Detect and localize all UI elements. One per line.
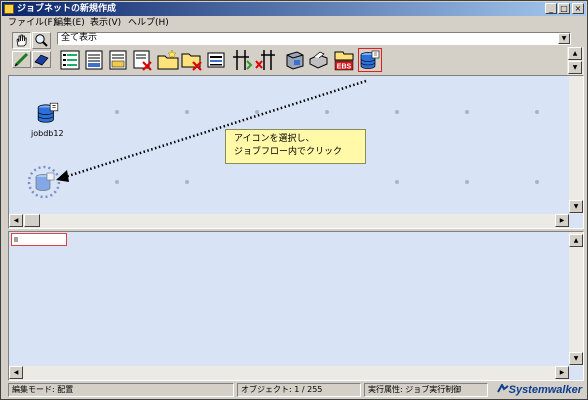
chevron-down-icon[interactable]: ▼: [558, 33, 570, 44]
status-exec-attribute: 実行属性: ジョブ実行制御: [364, 383, 488, 397]
tooltip-line-2: ジョブフロー内でクリック: [234, 147, 343, 157]
eraser-tool-button[interactable]: [32, 51, 51, 68]
app-icon: [4, 4, 14, 14]
job-print-icon[interactable]: [205, 49, 227, 71]
scroll-up-icon[interactable]: ▲: [568, 47, 582, 60]
status-bar: 編集モード: 配置 オブジェクト: 1 / 255 実行属性: ジョブ実行制御 …: [2, 382, 586, 398]
display-filter-select[interactable]: 全て表示 ▼: [57, 32, 571, 45]
folder-delete-icon[interactable]: [181, 49, 203, 71]
scroll-down-icon[interactable]: ▼: [569, 200, 583, 213]
list-item[interactable]: [11, 233, 67, 246]
instruction-tooltip: アイコンを選択し、 ジョブフロー内でクリック: [225, 129, 366, 164]
branch-icon[interactable]: [231, 49, 253, 71]
tooltip-line-1: アイコンを選択し、: [234, 134, 315, 144]
status-mode: 編集モード: 配置: [8, 383, 234, 397]
maximize-button[interactable]: □: [558, 3, 570, 14]
folder-new-icon[interactable]: [157, 49, 179, 71]
menu-file[interactable]: ファイル(F): [8, 17, 56, 30]
window-title: ジョブネットの新規作成: [17, 4, 117, 14]
scroll-left-icon[interactable]: ◀: [9, 366, 23, 379]
menu-view[interactable]: 表示(V): [90, 17, 121, 30]
job-document-gear-icon[interactable]: [107, 49, 129, 71]
job-document-delete-icon[interactable]: [131, 49, 153, 71]
hand-icon: [16, 34, 27, 47]
hand-tool-button[interactable]: [12, 32, 31, 49]
systemwalker-logo-icon: [496, 382, 509, 393]
canvas-horizontal-scrollbar[interactable]: ◀ ▶: [9, 214, 569, 228]
scroll-right-icon[interactable]: ▶: [555, 214, 569, 227]
menu-help[interactable]: ヘルプ(H): [128, 17, 169, 30]
ebs-icon[interactable]: EBS: [333, 49, 355, 71]
canvas-vertical-scrollbar[interactable]: ▼: [569, 76, 583, 214]
menu-edit[interactable]: 編集(E): [54, 17, 85, 30]
menu-bar: ファイル(F) 編集(E) 表示(V) ヘルプ(H): [2, 17, 586, 30]
job-list-icon[interactable]: [59, 49, 81, 71]
icon-palette: EBS: [57, 47, 383, 74]
list-horizontal-scrollbar[interactable]: ◀ ▶: [9, 366, 569, 380]
status-object-count: オブジェクト: 1 / 255: [237, 383, 361, 397]
eraser-icon: [34, 54, 49, 66]
jobnet-editor-window: ジョブネットの新規作成 _ □ × ファイル(F) 編集(E) 表示(V) ヘル…: [0, 0, 588, 400]
scroll-right-icon[interactable]: ▶: [555, 366, 569, 379]
magnifier-icon: [35, 34, 48, 47]
svg-text:EBS: EBS: [337, 64, 352, 71]
branch-stop-icon[interactable]: [255, 49, 277, 71]
scroll-up-icon[interactable]: ▲: [569, 234, 583, 247]
scroll-left-icon[interactable]: ◀: [9, 214, 23, 227]
display-filter-value: 全て表示: [61, 33, 98, 43]
printer-icon[interactable]: [307, 49, 329, 71]
scroll-down-icon[interactable]: ▼: [568, 61, 582, 74]
zoom-tool-button[interactable]: [32, 32, 51, 49]
pen-tool-button[interactable]: [12, 51, 31, 68]
row-marker-icon: [14, 237, 18, 242]
database-job-icon[interactable]: [358, 48, 382, 72]
title-bar[interactable]: ジョブネットの新規作成 _ □ ×: [2, 2, 586, 16]
minimize-button[interactable]: _: [545, 3, 557, 14]
systemwalker-logo: Systemwalker: [496, 382, 582, 397]
brand-text: Systemwalker: [508, 384, 582, 396]
palette-scrollbar[interactable]: ▲ ▼: [567, 47, 584, 75]
job-document-icon[interactable]: [83, 49, 105, 71]
list-vertical-scrollbar[interactable]: ▲ ▼: [569, 232, 583, 366]
scroll-down-icon[interactable]: ▼: [569, 352, 583, 365]
server-icon[interactable]: [283, 49, 305, 71]
job-list-pane[interactable]: ▲ ▼ ◀ ▶: [8, 231, 584, 381]
scroll-thumb[interactable]: [24, 214, 40, 227]
close-button[interactable]: ×: [572, 3, 584, 14]
pen-icon: [14, 52, 29, 67]
